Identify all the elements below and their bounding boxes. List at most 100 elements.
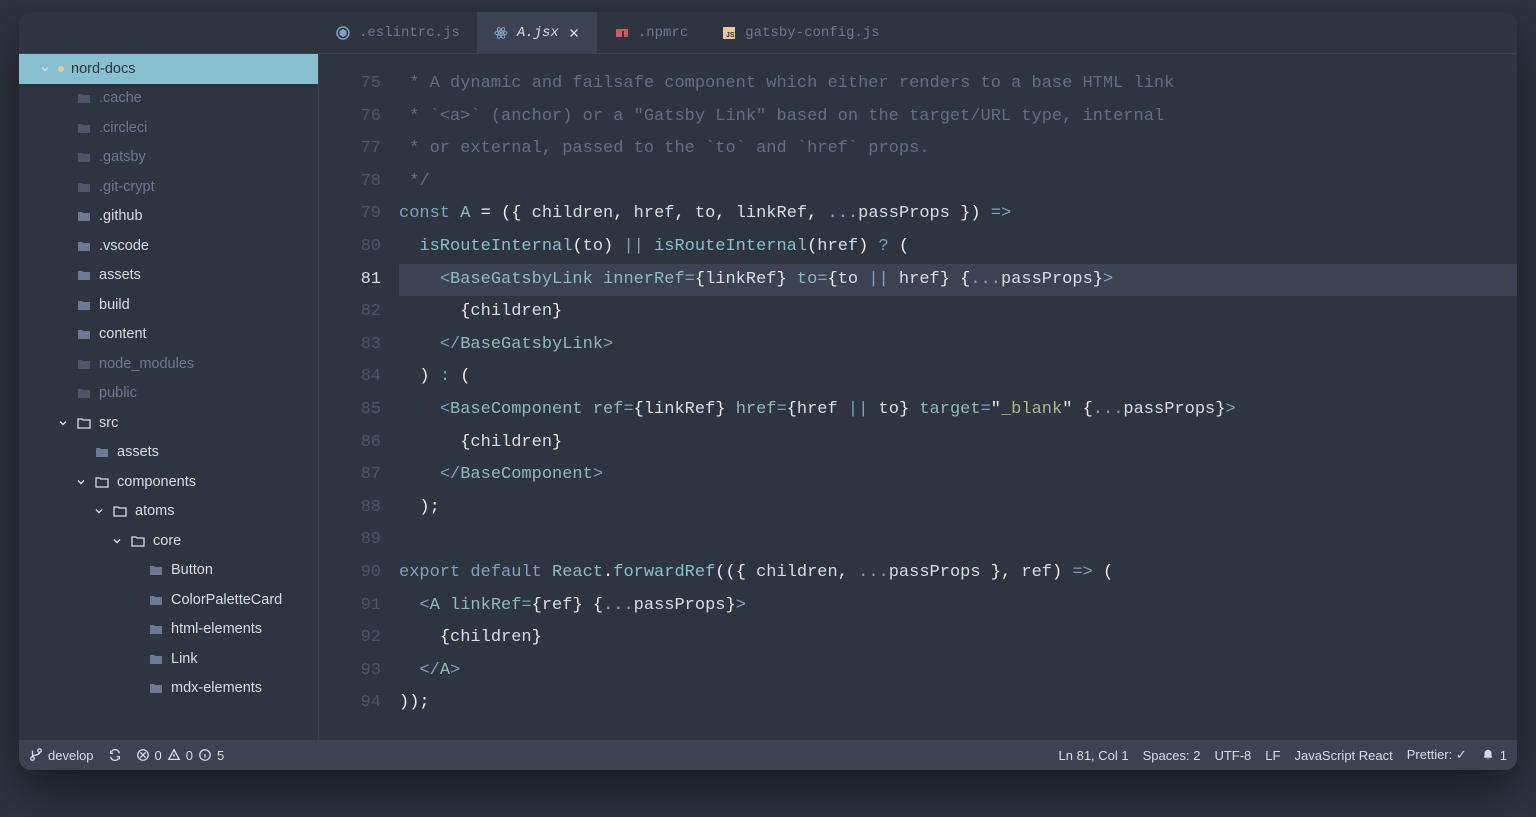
code-line[interactable]: [399, 524, 1517, 557]
tree-item--git-crypt[interactable]: .git-crypt: [19, 172, 318, 202]
notification-count: 1: [1500, 748, 1507, 763]
code-line[interactable]: isRouteInternal(to) || isRouteInternal(h…: [399, 231, 1517, 264]
tab-label: .eslintrc.js: [359, 25, 460, 41]
code-line[interactable]: * A dynamic and failsafe component which…: [399, 68, 1517, 101]
tree-item-label: .vscode: [99, 238, 149, 254]
prettier-status[interactable]: Prettier: ✓: [1407, 747, 1467, 763]
tree-item-assets[interactable]: assets: [19, 438, 318, 468]
folder-icon: [76, 415, 92, 431]
eol[interactable]: LF: [1265, 748, 1280, 763]
code-line[interactable]: export default React.forwardRef(({ child…: [399, 557, 1517, 590]
language-mode[interactable]: JavaScript React: [1294, 748, 1392, 763]
line-number: 93: [319, 655, 381, 688]
chevron-down-icon: [111, 535, 123, 547]
spacer-icon: [57, 210, 69, 222]
spacer-icon: [57, 122, 69, 134]
modified-dot-icon: [58, 66, 64, 72]
line-number: 90: [319, 557, 381, 590]
spacer-icon: [75, 446, 87, 458]
tree-item-html-elements[interactable]: html-elements: [19, 615, 318, 645]
code-line[interactable]: <BaseComponent ref={linkRef} href={href …: [399, 394, 1517, 427]
code-line[interactable]: </BaseGatsbyLink>: [399, 329, 1517, 362]
tree-item--circleci[interactable]: .circleci: [19, 113, 318, 143]
code-line[interactable]: </A>: [399, 655, 1517, 688]
tree-item--vscode[interactable]: .vscode: [19, 231, 318, 261]
tree-item-link[interactable]: Link: [19, 644, 318, 674]
code-body[interactable]: * A dynamic and failsafe component which…: [399, 54, 1517, 740]
code-line[interactable]: {children}: [399, 427, 1517, 460]
code-line[interactable]: <BaseGatsbyLink innerRef={linkRef} to={t…: [399, 264, 1517, 297]
folder-icon: [76, 385, 92, 401]
spacer-icon: [57, 358, 69, 370]
tab-a-jsx[interactable]: A.jsx: [477, 12, 598, 53]
tree-item-button[interactable]: Button: [19, 556, 318, 586]
tree-item-assets[interactable]: assets: [19, 261, 318, 291]
js-icon: JS: [721, 25, 737, 41]
code-line[interactable]: {children}: [399, 296, 1517, 329]
tree-item-label: core: [153, 533, 181, 549]
tree-item-label: mdx-elements: [171, 680, 262, 696]
line-number-gutter: 7576777879808182838485868788899091929394: [319, 54, 399, 740]
line-number: 88: [319, 492, 381, 525]
spacer-icon: [57, 269, 69, 281]
close-icon[interactable]: [567, 26, 581, 40]
code-line[interactable]: * `<a>` (anchor) or a "Gatsby Link" base…: [399, 101, 1517, 134]
tree-item-label: node_modules: [99, 356, 194, 372]
tree-item-label: Button: [171, 562, 213, 578]
folder-icon: [76, 356, 92, 372]
problems[interactable]: 0 0 5: [136, 748, 225, 763]
tab-gatsby-config-js[interactable]: JSgatsby-config.js: [705, 12, 896, 53]
tab-label: .npmrc: [638, 25, 688, 41]
branch-name: develop: [48, 748, 94, 763]
code-line[interactable]: const A = ({ children, href, to, linkRef…: [399, 198, 1517, 231]
svg-text:JS: JS: [726, 32, 735, 39]
code-line[interactable]: );: [399, 492, 1517, 525]
folder-icon: [76, 208, 92, 224]
tree-item-colorpalettecard[interactable]: ColorPaletteCard: [19, 585, 318, 615]
notifications[interactable]: 1: [1481, 748, 1507, 763]
folder-icon: [76, 238, 92, 254]
line-number: 77: [319, 133, 381, 166]
spacer-icon: [129, 653, 141, 665]
line-number: 82: [319, 296, 381, 329]
tree-item-label: public: [99, 385, 137, 401]
code-line[interactable]: */: [399, 166, 1517, 199]
tree-item-public[interactable]: public: [19, 379, 318, 409]
sync-button[interactable]: [108, 748, 122, 762]
folder-icon: [76, 149, 92, 165]
tree-item-node-modules[interactable]: node_modules: [19, 349, 318, 379]
tree-item-label: build: [99, 297, 130, 313]
tab--npmrc[interactable]: .npmrc: [598, 12, 705, 53]
error-icon: [136, 748, 150, 762]
git-branch[interactable]: develop: [29, 748, 94, 763]
code-editor[interactable]: 7576777879808182838485868788899091929394…: [319, 54, 1517, 740]
error-count: 0: [155, 748, 162, 763]
code-line[interactable]: </BaseComponent>: [399, 459, 1517, 492]
folder-icon: [148, 680, 164, 696]
tree-item-src[interactable]: src: [19, 408, 318, 438]
code-line[interactable]: ) : (: [399, 361, 1517, 394]
code-line[interactable]: * or external, passed to the `to` and `h…: [399, 133, 1517, 166]
tree-item-mdx-elements[interactable]: mdx-elements: [19, 674, 318, 704]
tree-item-components[interactable]: components: [19, 467, 318, 497]
tree-item-content[interactable]: content: [19, 320, 318, 350]
folder-icon: [148, 562, 164, 578]
tree-item-atoms[interactable]: atoms: [19, 497, 318, 527]
tree-item--github[interactable]: .github: [19, 202, 318, 232]
tree-item--gatsby[interactable]: .gatsby: [19, 143, 318, 173]
encoding[interactable]: UTF-8: [1214, 748, 1251, 763]
code-line[interactable]: <A linkRef={ref} {...passProps}>: [399, 590, 1517, 623]
tree-item-build[interactable]: build: [19, 290, 318, 320]
code-line[interactable]: {children}: [399, 622, 1517, 655]
spacer-icon: [57, 181, 69, 193]
code-line[interactable]: ));: [399, 687, 1517, 720]
tab--eslintrc-js[interactable]: .eslintrc.js: [319, 12, 477, 53]
bell-icon: [1481, 748, 1495, 762]
cursor-position[interactable]: Ln 81, Col 1: [1059, 748, 1129, 763]
line-number: 89: [319, 524, 381, 557]
file-explorer[interactable]: nord-docs.cache.circleci.gatsby.git-cryp…: [19, 54, 319, 740]
tree-item--cache[interactable]: .cache: [19, 84, 318, 114]
tree-root[interactable]: nord-docs: [19, 54, 318, 84]
indent-setting[interactable]: Spaces: 2: [1143, 748, 1201, 763]
tree-item-core[interactable]: core: [19, 526, 318, 556]
